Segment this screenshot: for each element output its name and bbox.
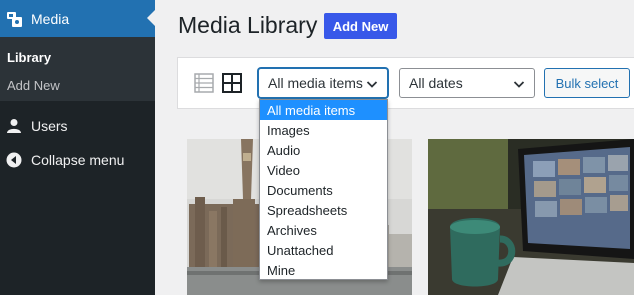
collapse-menu-label: Collapse menu	[31, 152, 125, 168]
submenu-item-add-new[interactable]: Add New	[7, 78, 60, 93]
dropdown-option[interactable]: Images	[260, 120, 387, 140]
dropdown-option[interactable]: All media items	[260, 100, 387, 120]
admin-sidebar: Media Library Add New Users Collapse men…	[0, 0, 155, 295]
dropdown-option[interactable]: Video	[260, 160, 387, 180]
date-filter-value: All dates	[409, 75, 463, 91]
sidebar-item-label: Media	[31, 10, 70, 27]
page-title: Media Library	[178, 12, 318, 38]
submenu-item-library[interactable]: Library	[7, 50, 51, 65]
sidebar-item-label: Users	[31, 118, 68, 134]
dropdown-option[interactable]: Unattached	[260, 240, 387, 260]
chevron-down-icon	[366, 81, 378, 88]
sidebar-item-users[interactable]: Users	[0, 113, 155, 139]
date-filter[interactable]: All dates	[399, 68, 535, 98]
dropdown-option[interactable]: Spreadsheets	[260, 200, 387, 220]
media-thumbnail-laptop-mug[interactable]	[428, 139, 634, 295]
media-type-dropdown: All media items Images Audio Video Docum…	[259, 99, 388, 280]
collapse-arrow-icon	[4, 150, 24, 170]
media-type-filter-value: All media items	[268, 75, 363, 91]
media-icon	[7, 11, 22, 27]
laptop-mug-photo	[428, 139, 634, 295]
grid-view-icon[interactable]	[222, 73, 242, 93]
dropdown-option[interactable]: Mine	[260, 260, 387, 280]
media-type-filter[interactable]: All media items	[258, 68, 388, 98]
dropdown-option[interactable]: Audio	[260, 140, 387, 160]
dropdown-option[interactable]: Archives	[260, 220, 387, 240]
collapse-menu-button[interactable]: Collapse menu	[0, 147, 155, 173]
list-view-icon[interactable]	[194, 73, 214, 93]
dropdown-option[interactable]: Documents	[260, 180, 387, 200]
active-menu-arrow	[147, 10, 155, 26]
bulk-select-button[interactable]: Bulk select	[544, 68, 630, 98]
chevron-down-icon	[513, 81, 525, 88]
add-new-button[interactable]: Add New	[324, 13, 397, 39]
user-icon	[4, 116, 24, 136]
sidebar-item-media[interactable]: Media	[0, 0, 155, 37]
media-submenu: Library Add New	[0, 37, 155, 101]
